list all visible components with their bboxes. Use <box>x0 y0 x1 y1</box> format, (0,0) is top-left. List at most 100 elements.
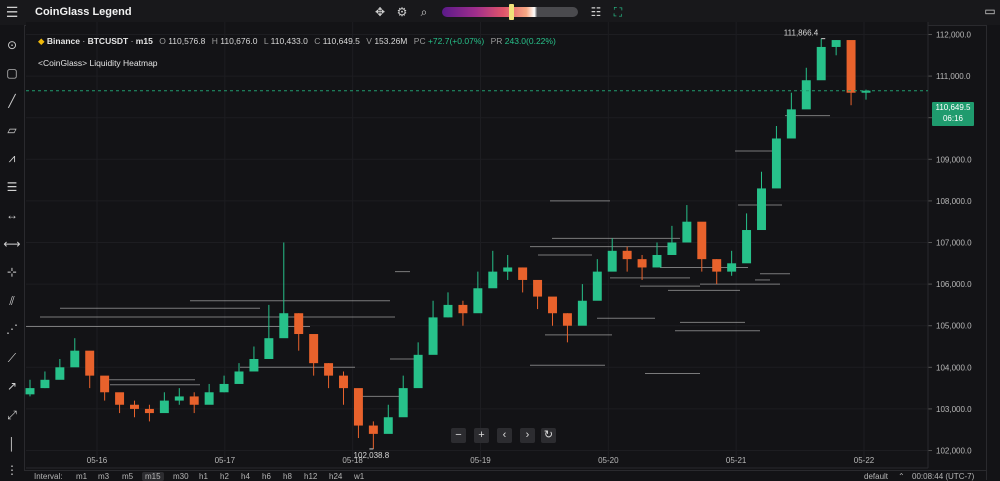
legend-low-value: 110,433.0 <box>270 36 308 46</box>
price-tick-label: 103,000.0 <box>936 405 972 414</box>
candle-body <box>742 230 752 264</box>
candle-body <box>339 375 348 389</box>
candle-body <box>144 408 154 414</box>
legend-separator: · <box>82 36 86 46</box>
candle-body <box>413 354 423 389</box>
legend-low-label: L <box>263 36 269 46</box>
legend-pr-label: PR <box>490 36 503 46</box>
legend-pc-label: PC <box>413 36 426 46</box>
candle-body <box>533 279 543 297</box>
candle-body <box>249 358 259 372</box>
candle-body <box>771 138 781 189</box>
legend-symbol: BTCUSDT <box>87 36 129 46</box>
zoom-out-button[interactable]: − <box>451 428 466 443</box>
candle-body <box>592 271 602 301</box>
scroll-left-button[interactable]: ‹ <box>497 428 512 443</box>
price-tick-label: 107,000.0 <box>936 239 972 248</box>
candle-body <box>577 300 587 326</box>
scroll-right-button[interactable]: › <box>520 428 535 443</box>
candle-body <box>264 338 274 359</box>
time-tick-label: 05-21 <box>726 456 747 465</box>
candle-body <box>607 250 617 272</box>
candle-body <box>55 367 65 380</box>
candle-body <box>234 371 244 384</box>
candle-body <box>667 242 677 255</box>
legend-close-label: C <box>314 36 321 46</box>
candle-body <box>309 334 319 364</box>
candle-body <box>353 388 363 426</box>
current-price-value: 110,649.5 <box>935 103 971 112</box>
legend-separator: · <box>130 36 134 46</box>
candle-body <box>712 259 722 272</box>
legend-high-value: 110,676.0 <box>220 36 258 46</box>
candle-body <box>398 388 408 418</box>
candle-body <box>189 396 199 405</box>
legend-open-label: O <box>159 36 166 46</box>
candle-body <box>816 46 826 81</box>
candle-body <box>159 400 169 414</box>
candle-body <box>682 221 692 243</box>
candle-body <box>831 40 841 47</box>
candle-body <box>518 267 528 280</box>
time-tick-label: 05-22 <box>854 456 875 465</box>
candle-body <box>757 188 766 231</box>
candle-body <box>786 109 796 139</box>
candle-body <box>174 396 184 401</box>
indicator-label: <CoinGlass> Liquidity Heatmap <box>38 58 158 68</box>
candle-body <box>40 379 50 389</box>
legend-volume-value: 153.26M <box>374 36 408 46</box>
liquidity-heatmap-chart[interactable]: 112,000.0111,000.0110,000.0109,000.0108,… <box>0 0 1000 480</box>
price-tick-label: 109,000.0 <box>936 155 972 164</box>
candle-body <box>697 221 707 260</box>
candle-body <box>622 250 632 260</box>
time-tick-label: 05-17 <box>215 456 236 465</box>
candle-body <box>85 350 95 376</box>
candle-body <box>473 288 483 314</box>
legend-volume-label: V <box>366 36 372 46</box>
candle-body <box>204 392 214 405</box>
candle-body <box>294 313 304 335</box>
candle-body <box>428 317 438 355</box>
legend-high-label: H <box>211 36 218 46</box>
candle-body <box>279 313 289 339</box>
legend-exchange: Binance <box>46 36 80 46</box>
candle-body <box>383 417 393 434</box>
price-tick-label: 105,000.0 <box>936 322 972 331</box>
time-tick-label: 05-16 <box>87 456 108 465</box>
candle-body <box>652 254 662 268</box>
candle-body <box>548 296 557 314</box>
legend-pr-value: 243.0(0.22%) <box>504 36 556 46</box>
bottom-toolbar: Interval: m1 m3 m5 m15 m30 h1 h2 h4 h6 h… <box>24 470 986 481</box>
candle-body <box>115 392 125 405</box>
current-price-tag: 110,649.5 06:16 <box>932 102 974 126</box>
ohlc-legend: ◆ Binance · BTCUSDT · m15 O 110,576.8 H … <box>38 36 556 47</box>
high-annotation: 111,866.4 <box>784 29 819 38</box>
candle-body <box>637 259 647 268</box>
candle-body <box>130 404 139 409</box>
candle-body <box>70 350 80 368</box>
price-tick-label: 104,000.0 <box>936 363 972 372</box>
candle-body <box>25 388 35 395</box>
candle-body <box>488 271 498 289</box>
candle-countdown: 06:16 <box>942 114 964 123</box>
candle-body <box>801 80 811 110</box>
legend-open-value: 110,576.8 <box>168 36 206 46</box>
candle-body <box>846 40 856 93</box>
time-tick-label: 05-19 <box>470 456 491 465</box>
legend-interval: m15 <box>135 36 153 46</box>
price-tick-label: 106,000.0 <box>936 280 972 289</box>
legend-close-value: 110,649.5 <box>322 36 360 46</box>
candle-body <box>443 304 453 318</box>
candle-body <box>562 313 572 326</box>
reset-chart-button[interactable]: ↻ <box>541 428 556 443</box>
price-tick-label: 102,000.0 <box>936 447 972 456</box>
price-tick-label: 112,000.0 <box>936 30 972 39</box>
binance-coin-icon: ◆ <box>38 36 45 46</box>
low-annotation: 102,038.8 <box>354 451 390 460</box>
candle-body <box>503 267 513 272</box>
price-tick-label: 111,000.0 <box>936 72 971 81</box>
zoom-in-button[interactable]: + <box>474 428 489 443</box>
candle-body <box>219 383 229 393</box>
candle-body <box>100 375 110 393</box>
candle-body <box>368 425 378 434</box>
